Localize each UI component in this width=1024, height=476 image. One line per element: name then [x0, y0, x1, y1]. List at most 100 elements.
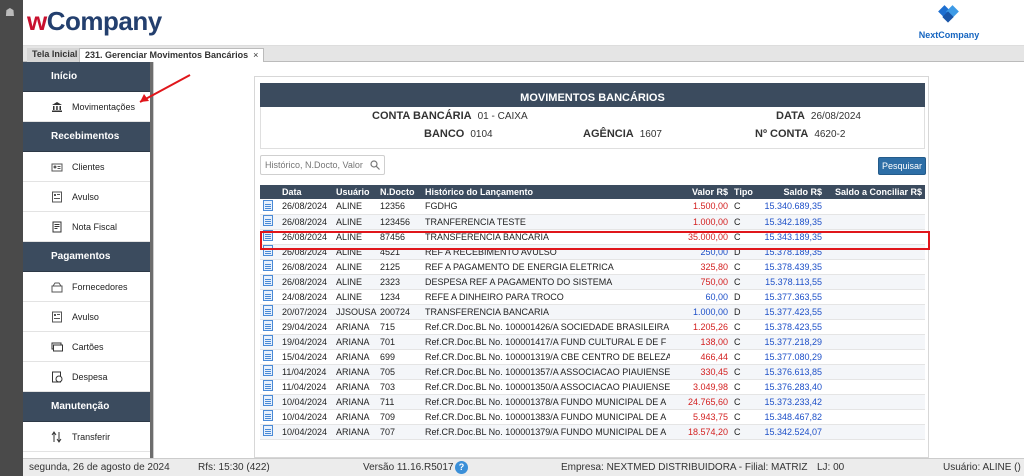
search-icon[interactable]	[370, 160, 380, 170]
table-row[interactable]: 11/04/2024 ARIANA 703 Ref.CR.Doc.BL No. 100…	[260, 379, 925, 395]
cell-saldo: 15.377.363,55	[759, 289, 825, 305]
row-icon-cell[interactable]	[260, 274, 279, 290]
home-icon[interactable]: ☗	[5, 6, 17, 19]
document-edit-icon[interactable]	[263, 380, 273, 391]
document-edit-icon[interactable]	[263, 260, 273, 271]
table-row[interactable]: 24/08/2024 ALINE 1234 REFE A DINHEIRO PARA …	[260, 289, 925, 305]
sidebar-item-avulso-receb[interactable]: Avulso	[23, 182, 153, 212]
sidebar: Início Movimentações Recebimentos Client…	[23, 62, 154, 458]
status-date: segunda, 26 de agosto de 2024	[29, 462, 170, 473]
tab-bar: Tela Inicial 231. Gerenciar Movimentos B…	[23, 46, 1024, 62]
sidebar-section-manutencao[interactable]: Manutenção	[23, 392, 153, 422]
document-edit-icon[interactable]	[263, 215, 273, 226]
document-edit-icon[interactable]	[263, 199, 273, 211]
col-usuario[interactable]: Usuário	[333, 185, 377, 199]
table-row[interactable]: 10/04/2024 ARIANA 711 Ref.CR.Doc.BL No. 100…	[260, 394, 925, 410]
cell-valor: 18.574,20	[670, 424, 731, 440]
cell-saldo: 15.376.283,40	[759, 379, 825, 395]
search-input[interactable]	[261, 156, 366, 174]
row-icon-cell[interactable]	[260, 304, 279, 320]
table-row[interactable]: 15/04/2024 ARIANA 699 Ref.CR.Doc.BL No. 100…	[260, 349, 925, 365]
cell-usuario: ALINE	[333, 259, 377, 275]
cell-tipo: D	[731, 289, 759, 305]
sidebar-section-pagamentos[interactable]: Pagamentos	[23, 242, 153, 272]
col-data[interactable]: Data	[279, 185, 333, 199]
document-edit-icon[interactable]	[263, 335, 273, 346]
table-row[interactable]: 20/07/2024 JJSOUSA 200724 TRANSFERENCIA BAN…	[260, 304, 925, 320]
document-edit-icon[interactable]	[263, 425, 273, 436]
sidebar-item-despesa[interactable]: Despesa	[23, 362, 153, 392]
col-ndocto[interactable]: N.Docto	[377, 185, 422, 199]
status-version: Versão 11.16.R5017	[363, 462, 454, 473]
table-row[interactable]: 26/08/2024 ALINE 12356 FGDHG 1.500,00 C 15.340…	[260, 199, 925, 215]
cell-usuario: ALINE	[333, 214, 377, 230]
cell-tipo: C	[731, 409, 759, 425]
col-historico[interactable]: Histórico do Lançamento	[422, 185, 670, 199]
table-row[interactable]: 26/08/2024 ALINE 2323 DESPESA REF A PAGAMEN…	[260, 274, 925, 290]
row-icon-cell[interactable]	[260, 394, 279, 410]
row-icon-cell[interactable]	[260, 424, 279, 440]
cell-data: 26/08/2024	[279, 199, 333, 215]
cell-saldo-conciliar	[825, 259, 925, 275]
sidebar-item-label: Nota Fiscal	[72, 222, 118, 232]
document-edit-icon[interactable]	[263, 305, 273, 316]
row-icon-cell[interactable]	[260, 199, 279, 215]
sidebar-item-nota-fiscal[interactable]: Nota Fiscal	[23, 212, 153, 242]
row-icon-cell[interactable]	[260, 409, 279, 425]
row-icon-cell[interactable]	[260, 214, 279, 230]
status-empresa: Empresa: NEXTMED DISTRIBUIDORA - Filial:…	[561, 462, 808, 473]
cell-tipo: C	[731, 274, 759, 290]
company-logo: wCompany	[27, 6, 162, 36]
row-icon-cell[interactable]	[260, 379, 279, 395]
col-saldo[interactable]: Saldo R$	[759, 185, 825, 199]
cell-historico: Ref.CR.Doc.BL No. 100001319/A CBE CENTRO…	[422, 349, 670, 365]
tab-bank-movements[interactable]: 231. Gerenciar Movimentos Bancários ×	[79, 48, 265, 62]
sidebar-section-recebimentos[interactable]: Recebimentos	[23, 122, 153, 152]
cell-saldo-conciliar	[825, 304, 925, 320]
suppliers-icon	[51, 282, 63, 293]
table-row[interactable]: 19/04/2024 ARIANA 701 Ref.CR.Doc.BL No. 100…	[260, 334, 925, 350]
sidebar-scrollbar[interactable]	[150, 62, 153, 458]
cell-ndocto: 200724	[377, 304, 422, 320]
table-row[interactable]: 11/04/2024 ARIANA 705 Ref.CR.Doc.BL No. 100…	[260, 364, 925, 380]
cell-historico: Ref.CR.Doc.BL No. 100001426/A SOCIEDADE …	[422, 319, 670, 335]
document-edit-icon[interactable]	[263, 395, 273, 406]
cell-ndocto: 123456	[377, 214, 422, 230]
cell-data: 20/07/2024	[279, 304, 333, 320]
table-row[interactable]: 26/08/2024 ALINE 2125 REF A PAGAMENTO DE EN…	[260, 259, 925, 275]
document-edit-icon[interactable]	[263, 410, 273, 421]
help-icon[interactable]: ?	[455, 461, 468, 474]
document-edit-icon[interactable]	[263, 350, 273, 361]
search-button[interactable]: Pesquisar	[878, 157, 926, 175]
row-icon-cell[interactable]	[260, 364, 279, 380]
row-icon-cell[interactable]	[260, 289, 279, 305]
table-row[interactable]: 10/04/2024 ARIANA 709 Ref.CR.Doc.BL No. 100…	[260, 409, 925, 425]
cell-tipo: C	[731, 259, 759, 275]
sidebar-item-cartoes[interactable]: Cartões	[23, 332, 153, 362]
row-icon-cell[interactable]	[260, 319, 279, 335]
sidebar-item-avulso-pag[interactable]: Avulso	[23, 302, 153, 332]
document-edit-icon[interactable]	[263, 290, 273, 301]
tab-home[interactable]: Tela Inicial	[27, 48, 83, 62]
cell-saldo: 15.342.189,35	[759, 214, 825, 230]
row-icon-cell[interactable]	[260, 334, 279, 350]
cell-data: 10/04/2024	[279, 424, 333, 440]
table-row[interactable]: 29/04/2024 ARIANA 715 Ref.CR.Doc.BL No. 100…	[260, 319, 925, 335]
col-saldo-conciliar[interactable]: Saldo a Conciliar R$	[825, 185, 925, 199]
sidebar-item-clientes[interactable]: Clientes	[23, 152, 153, 182]
document-edit-icon[interactable]	[263, 320, 273, 331]
cell-usuario: ARIANA	[333, 424, 377, 440]
table-row[interactable]: 10/04/2024 ARIANA 707 Ref.CR.Doc.BL No. 100…	[260, 424, 925, 440]
sidebar-item-transferir[interactable]: Transferir	[23, 422, 153, 452]
document-edit-icon[interactable]	[263, 275, 273, 286]
cell-tipo: C	[731, 379, 759, 395]
col-valor[interactable]: Valor R$	[670, 185, 731, 199]
app-header: wCompany NextCompany	[23, 0, 1024, 46]
table-row[interactable]: 26/08/2024 ALINE 123456 TRANFERENCIA TESTE 1…	[260, 214, 925, 230]
sidebar-item-fornecedores[interactable]: Fornecedores	[23, 272, 153, 302]
close-icon[interactable]: ×	[253, 50, 258, 60]
row-icon-cell[interactable]	[260, 259, 279, 275]
document-edit-icon[interactable]	[263, 365, 273, 376]
col-tipo[interactable]: Tipo	[731, 185, 759, 199]
row-icon-cell[interactable]	[260, 349, 279, 365]
